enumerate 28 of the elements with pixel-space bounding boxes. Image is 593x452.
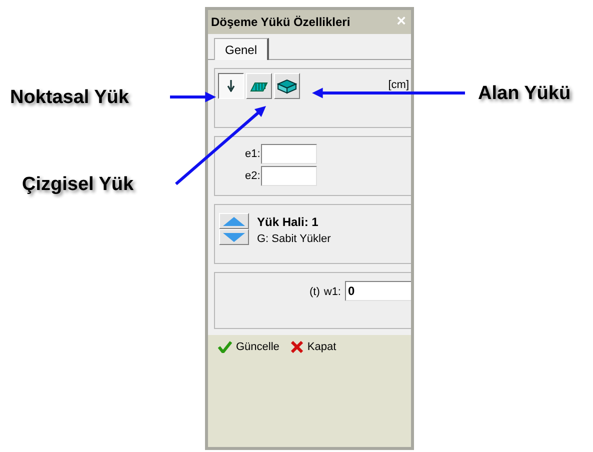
- annotation-label: Çizgisel Yük: [22, 173, 134, 197]
- down-arrow-icon: [227, 80, 235, 92]
- down-button[interactable]: [219, 229, 249, 245]
- load-case-name: G: Sabit Yükler: [257, 232, 331, 247]
- checkmark-icon: [218, 341, 232, 354]
- slab-load-icon: [277, 78, 297, 94]
- input-field[interactable]: [261, 144, 317, 164]
- window-title: Döşeme Yükü Özellikleri: [211, 14, 350, 31]
- pointer-arrow: [170, 92, 216, 102]
- annotation-label: Alan Yükü: [478, 82, 571, 106]
- up-triangle-icon: [223, 216, 245, 226]
- field-label: e2:: [245, 168, 261, 184]
- w1-field[interactable]: 0: [345, 281, 411, 301]
- field-label: w1:: [324, 285, 341, 300]
- unit-label: [cm]: [388, 78, 409, 93]
- close-icon: [291, 341, 304, 354]
- input-field[interactable]: [261, 166, 317, 186]
- load-case-title: Yük Hali: 1: [257, 214, 320, 231]
- action-button[interactable]: Kapat: [291, 339, 336, 356]
- down-triangle-icon: [223, 232, 245, 242]
- action-button[interactable]: Güncelle: [218, 339, 280, 356]
- load-type-button[interactable]: [218, 73, 244, 99]
- unit-label: (t): [309, 285, 320, 300]
- annotation-label: Noktasal Yük: [10, 86, 129, 110]
- up-button[interactable]: [219, 213, 249, 229]
- bar-load-icon: [250, 80, 268, 92]
- tab[interactable]: Genel: [214, 38, 270, 60]
- field-label: e1:: [245, 146, 261, 162]
